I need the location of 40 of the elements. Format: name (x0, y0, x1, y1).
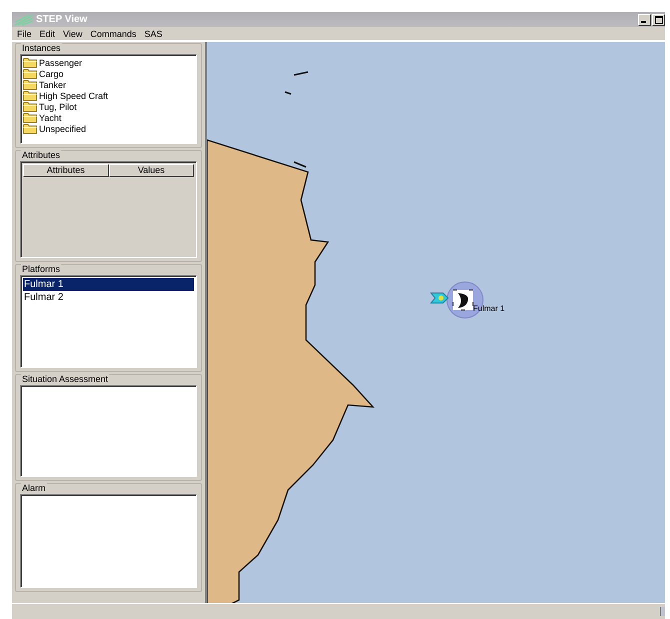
minimize-icon (641, 21, 646, 23)
group-title: Platforms (21, 264, 62, 274)
logo-icon (14, 14, 34, 26)
group-title: Instances (21, 43, 62, 53)
map-mark (284, 91, 292, 95)
folder-icon (23, 79, 37, 90)
column-header[interactable]: Values (108, 164, 194, 177)
map-view[interactable]: Fulmar 1 (207, 42, 665, 603)
tree-item[interactable]: Unspecified (23, 123, 194, 134)
folder-icon (23, 57, 37, 68)
maximize-icon (654, 16, 662, 24)
tree-item[interactable]: Tanker (23, 79, 194, 90)
tree-item[interactable]: Yacht (23, 112, 194, 123)
menu-item[interactable]: SAS (140, 28, 166, 38)
maximize-button[interactable] (652, 14, 665, 26)
status-icon (660, 607, 665, 616)
folder-icon (23, 101, 37, 112)
folder-icon (23, 68, 37, 79)
map-mark (294, 71, 308, 76)
menu-item[interactable]: Commands (86, 28, 140, 38)
folder-icon (23, 90, 37, 101)
tree-item[interactable]: Cargo (23, 68, 194, 79)
menu-item[interactable]: File (13, 28, 36, 38)
map-mark (294, 161, 306, 168)
tree-item[interactable]: Passenger (23, 57, 194, 68)
minimize-button[interactable] (638, 14, 651, 26)
group-title: Alarm (21, 483, 47, 493)
list-item[interactable]: Fulmar 2 (23, 291, 194, 304)
tree-item[interactable]: Tug, Pilot (23, 101, 194, 112)
window-title: STEP View (36, 14, 88, 25)
tree-item[interactable]: High Speed Craft (23, 90, 194, 101)
folder-icon (23, 112, 37, 123)
group-title: Attributes (21, 150, 62, 160)
folder-icon (23, 123, 37, 134)
menu-item[interactable]: Edit (36, 28, 60, 38)
column-header[interactable]: Attributes (23, 164, 108, 177)
list-item[interactable]: Fulmar 1 (23, 278, 194, 291)
menu-item[interactable]: View (59, 28, 86, 38)
group-title: Situation Assessment (21, 374, 110, 384)
platform-label: Fulmar 1 (473, 304, 505, 313)
